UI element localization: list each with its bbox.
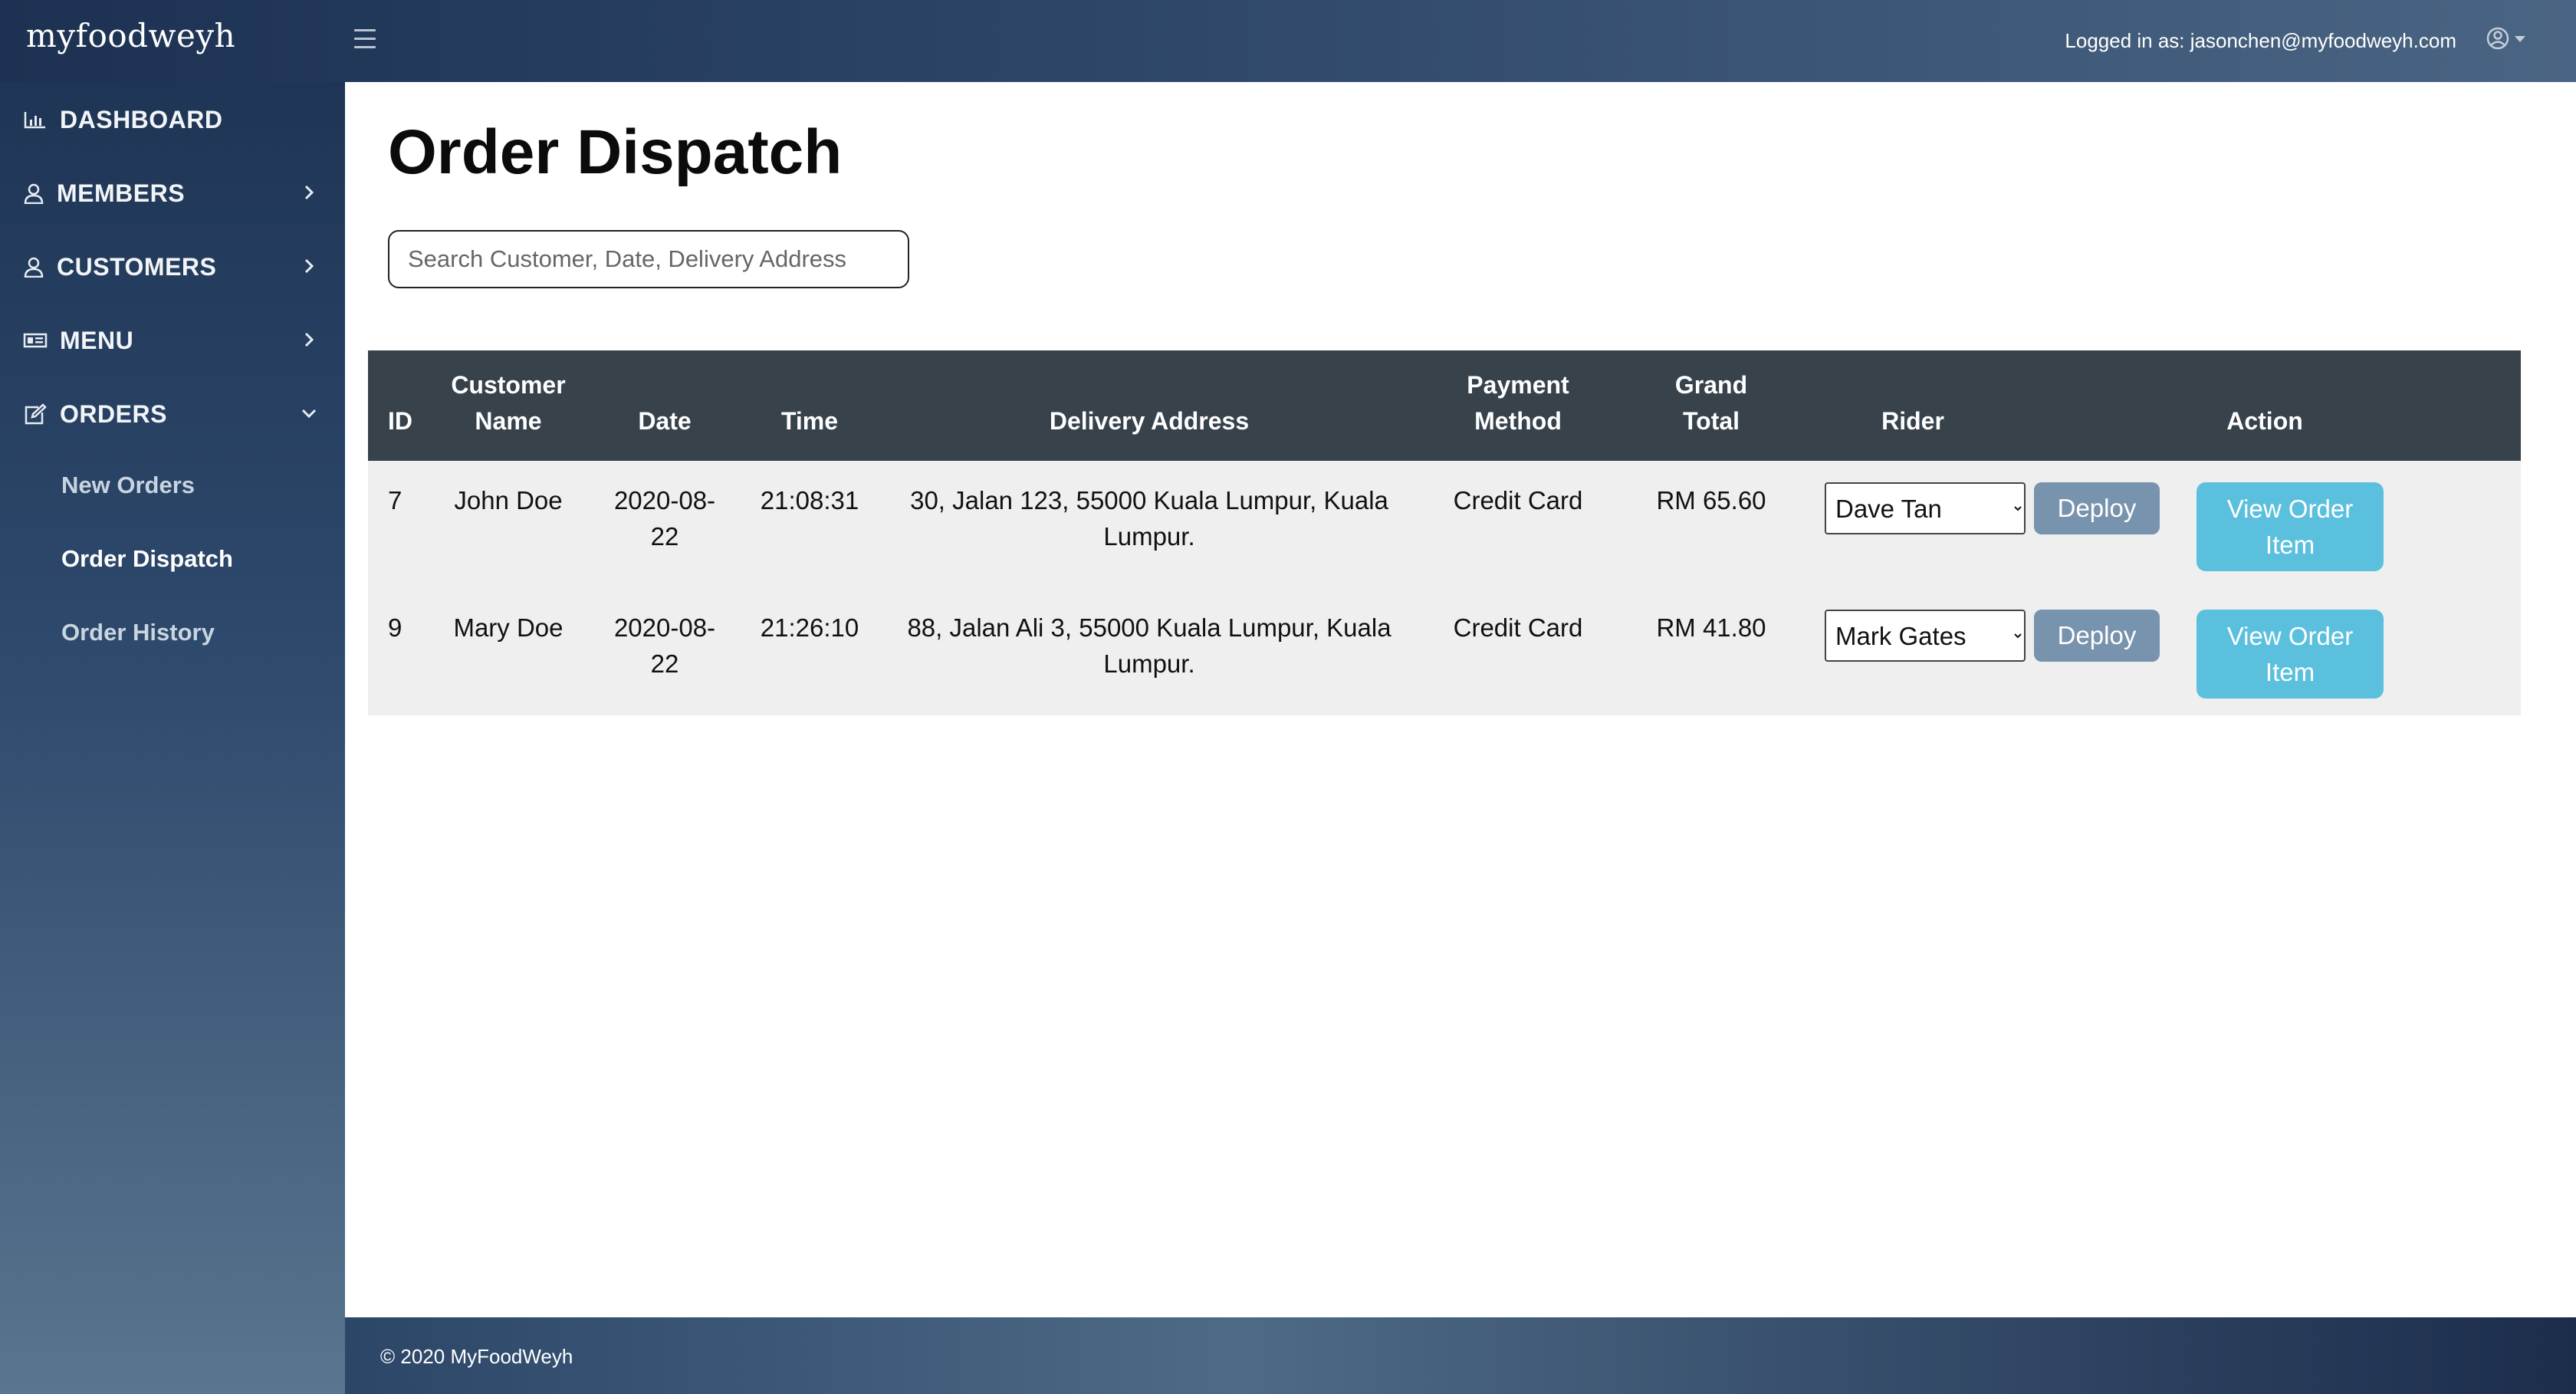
- user-icon: [24, 183, 44, 204]
- table-header-row: ID Customer Name Date Time Delivery Addre…: [368, 350, 2522, 461]
- deploy-button[interactable]: Deploy: [2034, 482, 2160, 534]
- page-title: Order Dispatch: [388, 117, 843, 187]
- cell-deploy: Deploy: [2009, 461, 2185, 588]
- header-action: Action: [2226, 407, 2303, 435]
- cell-payment-method: Credit Card: [1453, 613, 1583, 642]
- view-order-item-button[interactable]: View Order Item: [2196, 610, 2384, 699]
- header-date: Date: [638, 407, 692, 435]
- header-id: ID: [388, 407, 412, 435]
- cell-rider: Dave Tan: [1817, 461, 2026, 588]
- sidebar-item-orders[interactable]: ORDERS: [0, 386, 345, 440]
- header-grand-total: Grand Total: [1674, 371, 1748, 435]
- cell-view: View Order Item: [2185, 588, 2521, 715]
- cell-deploy: Deploy: [2009, 588, 2185, 715]
- header-payment-method: Payment Method: [1467, 371, 1569, 435]
- sidebar-subitem-order-history[interactable]: Order History: [61, 619, 215, 646]
- user-circle-icon: [2486, 27, 2525, 50]
- cell-date: 2020-08-22: [613, 486, 716, 551]
- footer: © 2020 MyFoodWeyh: [345, 1317, 2576, 1394]
- cell-customer-name: Mary Doe: [453, 613, 564, 642]
- cell-view: View Order Item: [2185, 461, 2521, 588]
- chevron-right-icon: [304, 332, 314, 347]
- cell-date: 2020-08-22: [613, 613, 716, 678]
- sidebar-item-dashboard[interactable]: DASHBOARD: [0, 92, 345, 146]
- top-bar: myfoodweyh Logged in as: jasonchen@myfoo…: [0, 0, 2576, 82]
- view-order-item-button[interactable]: View Order Item: [2196, 482, 2384, 571]
- rider-select[interactable]: Mark Gates: [1825, 610, 2026, 662]
- sidebar-subitem-order-dispatch[interactable]: Order Dispatch: [61, 545, 233, 573]
- table-row: 7 John Doe 2020-08-22 21:08:31 30, Jalan…: [368, 461, 2522, 588]
- sidebar-subitem-new-orders[interactable]: New Orders: [61, 472, 195, 499]
- cell-payment-method: Credit Card: [1453, 486, 1583, 515]
- user-icon: [24, 257, 44, 278]
- chevron-down-icon: [301, 409, 317, 419]
- rider-select[interactable]: Dave Tan: [1825, 482, 2026, 534]
- menu-card-icon: [23, 333, 48, 348]
- sidebar-item-label: MENU: [60, 327, 134, 354]
- sidebar-item-label: CUSTOMERS: [57, 253, 217, 281]
- chevron-right-icon: [304, 185, 314, 200]
- cell-delivery-address: 88, Jalan Ali 3, 55000 Kuala Lumpur, Kua…: [907, 613, 1392, 678]
- copyright-text: © 2020 MyFoodWeyh: [380, 1345, 573, 1368]
- chevron-right-icon: [304, 258, 314, 274]
- sidebar-item-customers[interactable]: CUSTOMERS: [0, 239, 345, 293]
- cell-id: 9: [388, 613, 402, 642]
- header-customer-name: Customer Name: [451, 371, 566, 435]
- header-time: Time: [780, 407, 839, 435]
- cell-grand-total: RM 41.80: [1656, 613, 1766, 642]
- cell-grand-total: RM 65.60: [1656, 486, 1766, 515]
- cell-id: 7: [388, 486, 402, 515]
- sidebar-item-label: MEMBERS: [57, 179, 186, 207]
- cell-rider: Mark Gates: [1817, 588, 2026, 715]
- logged-in-label: Logged in as: jasonchen@myfoodweyh.com: [2065, 29, 2456, 52]
- sidebar-item-members[interactable]: MEMBERS: [0, 166, 345, 219]
- app-logo[interactable]: myfoodweyh: [26, 17, 235, 54]
- header-delivery-address: Delivery Address: [1049, 407, 1250, 435]
- cell-delivery-address: 30, Jalan 123, 55000 Kuala Lumpur, Kuala…: [910, 486, 1388, 551]
- table-row: 9 Mary Doe 2020-08-22 21:26:10 88, Jalan…: [368, 588, 2522, 715]
- hamburger-menu-icon[interactable]: [354, 23, 376, 57]
- orders-table: ID Customer Name Date Time Delivery Addre…: [368, 350, 2522, 715]
- cell-time: 21:26:10: [760, 613, 859, 642]
- sidebar-item-label: ORDERS: [60, 400, 167, 428]
- search-input[interactable]: [388, 230, 909, 288]
- cell-customer-name: John Doe: [454, 486, 563, 515]
- user-account-dropdown[interactable]: [2482, 21, 2530, 57]
- sidebar-item-label: DASHBOARD: [60, 106, 223, 133]
- header-rider: Rider: [1881, 407, 1944, 435]
- deploy-button[interactable]: Deploy: [2034, 610, 2160, 662]
- chart-icon: [24, 112, 45, 129]
- sidebar-item-menu[interactable]: MENU: [0, 313, 345, 367]
- cell-time: 21:08:31: [760, 486, 859, 515]
- edit-icon: [25, 403, 47, 425]
